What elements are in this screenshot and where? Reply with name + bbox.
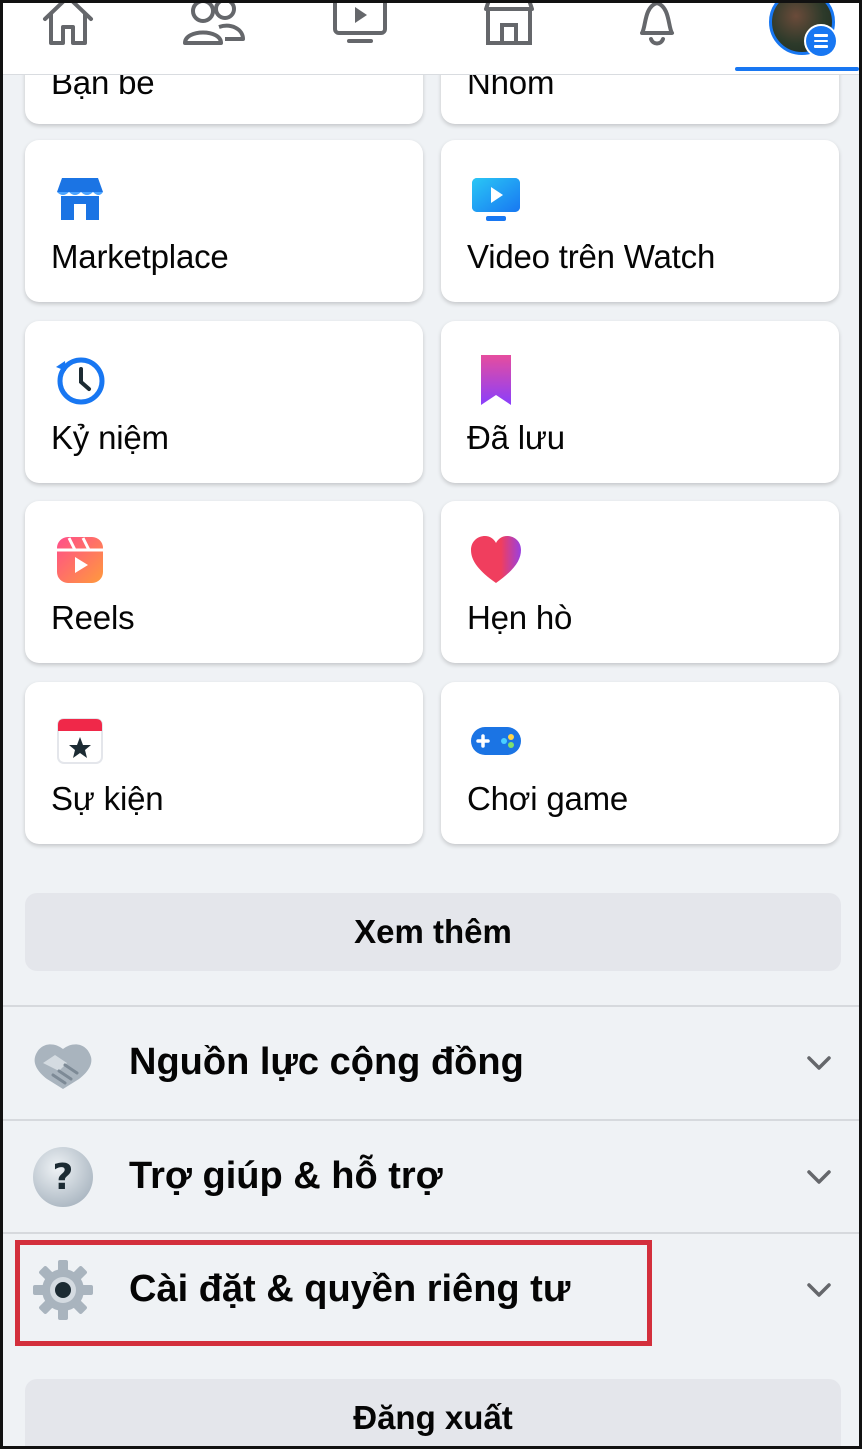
handshake-icon bbox=[29, 1029, 97, 1097]
svg-text:?: ? bbox=[53, 1157, 74, 1198]
active-tab-indicator bbox=[735, 67, 859, 71]
top-navigation-bar bbox=[3, 3, 859, 75]
marketplace-icon[interactable] bbox=[474, 3, 544, 49]
shortcut-card-events[interactable]: Sự kiện bbox=[25, 682, 423, 844]
chevron-down-icon[interactable] bbox=[803, 1274, 835, 1306]
shortcut-label: Reels bbox=[51, 599, 135, 636]
shortcut-label: Video trên Watch bbox=[467, 238, 716, 275]
shortcut-label: Đã lưu bbox=[467, 419, 565, 456]
logout-button[interactable]: Đăng xuất bbox=[25, 1379, 841, 1446]
section-community-resources[interactable]: Nguồn lực cộng đồng bbox=[3, 1007, 859, 1119]
notifications-icon[interactable] bbox=[622, 3, 692, 49]
menu-icon[interactable] bbox=[804, 24, 838, 58]
section-help-support[interactable]: ? Trợ giúp & hỗ trợ bbox=[3, 1121, 859, 1233]
shortcut-card-reels[interactable]: Reels bbox=[25, 501, 423, 663]
chevron-down-icon[interactable] bbox=[803, 1161, 835, 1193]
chevron-down-icon[interactable] bbox=[803, 1047, 835, 1079]
shortcut-label: Chơi game bbox=[467, 780, 629, 817]
section-label: Trợ giúp & hỗ trợ bbox=[129, 1155, 443, 1197]
shortcut-label: Marketplace bbox=[51, 238, 229, 275]
section-settings-privacy[interactable]: Cài đặt & quyền riêng tư bbox=[3, 1234, 859, 1346]
shortcut-card-marketplace[interactable]: Marketplace bbox=[25, 140, 423, 302]
events-icon bbox=[53, 714, 107, 768]
shortcut-card-watch[interactable]: Video trên Watch bbox=[441, 140, 839, 302]
saved-icon bbox=[469, 353, 523, 407]
shortcut-card-memories[interactable]: Kỷ niệm bbox=[25, 321, 423, 483]
settings-gear-icon bbox=[29, 1256, 97, 1324]
shortcut-card-dating[interactable]: Hẹn hò bbox=[441, 501, 839, 663]
shortcut-label: Sự kiện bbox=[51, 780, 164, 817]
shortcut-label: Kỷ niệm bbox=[51, 419, 169, 456]
section-label: Nguồn lực cộng đồng bbox=[129, 1041, 524, 1083]
dating-icon bbox=[469, 533, 523, 587]
friends-icon[interactable] bbox=[179, 3, 249, 49]
watch-icon[interactable] bbox=[325, 3, 395, 49]
memories-icon bbox=[53, 353, 107, 407]
home-icon[interactable] bbox=[33, 3, 103, 49]
marketplace-icon bbox=[53, 172, 107, 226]
section-label: Cài đặt & quyền riêng tư bbox=[129, 1268, 571, 1310]
shortcut-label: Hẹn hò bbox=[467, 599, 573, 636]
watch-video-icon bbox=[469, 172, 523, 226]
reels-icon bbox=[53, 533, 107, 587]
gaming-icon bbox=[469, 714, 523, 768]
shortcut-card-gaming[interactable]: Chơi game bbox=[441, 682, 839, 844]
see-more-button[interactable]: Xem thêm bbox=[25, 893, 841, 971]
app-frame: Bạn bè Nhóm Marketplace Video trên Watch… bbox=[0, 0, 862, 1449]
shortcut-card-saved[interactable]: Đã lưu bbox=[441, 321, 839, 483]
help-icon: ? bbox=[29, 1143, 97, 1211]
